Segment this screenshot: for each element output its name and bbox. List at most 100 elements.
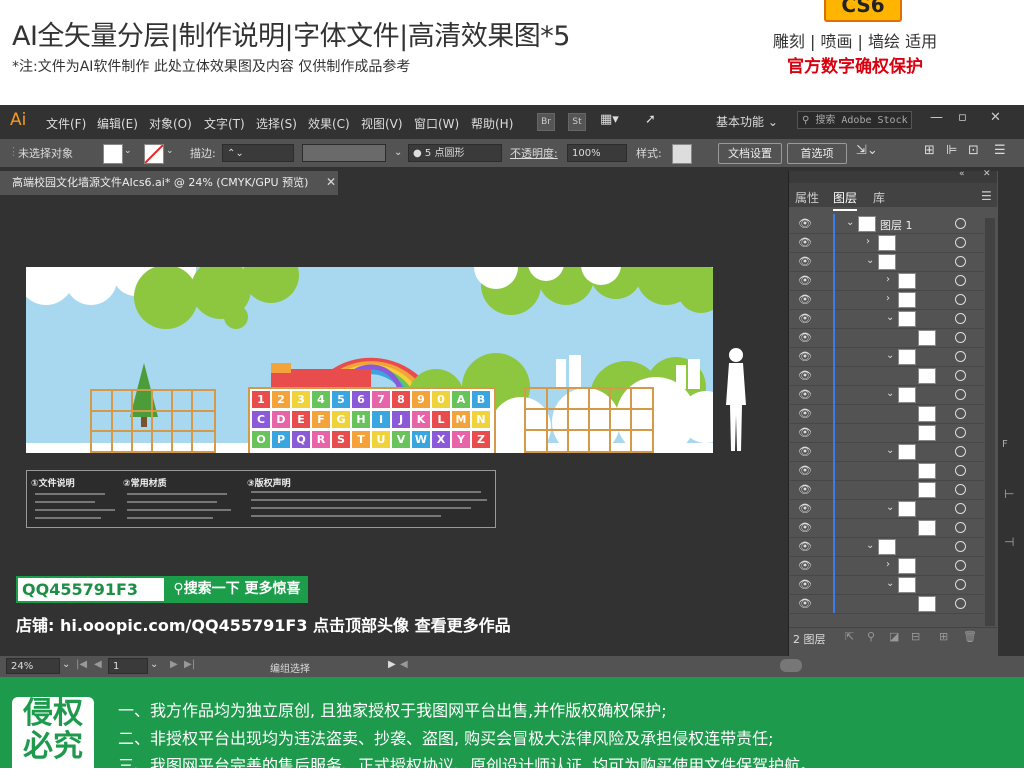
doc-setup-button[interactable]: 文档设置 <box>718 143 782 164</box>
layer-row[interactable]: 👁 ⌄ <box>790 499 984 519</box>
visibility-eye-icon[interactable]: 👁 <box>798 369 812 382</box>
transform-icon[interactable]: ⊞ <box>924 143 935 158</box>
collapse-arrow-icon[interactable]: ⌄ <box>866 255 874 266</box>
panel-menu-icon[interactable]: ☰ <box>981 189 992 203</box>
isolate-icon[interactable]: ⊡ <box>968 143 979 158</box>
dock-transform-icon[interactable]: ⊣ <box>1004 535 1014 549</box>
visibility-eye-icon[interactable]: 👁 <box>798 559 812 572</box>
tab-properties[interactable]: 属性 <box>795 189 819 206</box>
close-panel-icon[interactable]: ✕ <box>983 169 991 179</box>
stroke-swatch[interactable] <box>144 144 164 164</box>
delete-layer-icon[interactable]: 🗑 <box>963 630 977 643</box>
profile-dropdown-icon[interactable]: ⌄ <box>390 144 402 162</box>
visibility-eye-icon[interactable]: 👁 <box>798 274 812 287</box>
layer-row[interactable]: 👁 ⌄ <box>790 537 984 557</box>
layer-row[interactable]: 👁 › <box>790 271 984 291</box>
panel-title-bar[interactable]: « ✕ <box>789 169 997 183</box>
collapse-arrow-icon[interactable]: ⌄ <box>886 578 894 589</box>
target-circle-icon[interactable] <box>955 522 966 533</box>
opacity-field[interactable]: 100% <box>567 144 627 162</box>
page-dropdown-icon[interactable]: ⌄ <box>150 659 158 670</box>
brush-definition[interactable]: ● 5 点圆形 <box>408 144 502 162</box>
menu-select[interactable]: 选择(S) <box>256 115 297 132</box>
target-circle-icon[interactable] <box>955 294 966 305</box>
stroke-weight-field[interactable]: ⌃⌄ <box>222 144 294 162</box>
target-circle-icon[interactable] <box>955 332 966 343</box>
next-page-icon[interactable]: ▶ <box>170 659 178 670</box>
workspace-switcher[interactable]: 基本功能 ⌄ <box>716 113 778 130</box>
target-circle-icon[interactable] <box>955 218 966 229</box>
visibility-eye-icon[interactable]: 👁 <box>798 540 812 553</box>
target-circle-icon[interactable] <box>955 484 966 495</box>
fill-dropdown-icon[interactable]: ⌄ <box>124 146 132 156</box>
horizontal-scroll-thumb[interactable] <box>780 659 802 672</box>
visibility-eye-icon[interactable]: 👁 <box>798 483 812 496</box>
layer-row[interactable]: 👁 <box>790 366 984 386</box>
select-similar-icon[interactable]: ⇲⌄ <box>856 143 878 158</box>
layer-row[interactable]: 👁 ⌄ <box>790 309 984 329</box>
gpu-rocket-icon[interactable]: ➚ <box>645 112 656 127</box>
target-circle-icon[interactable] <box>955 275 966 286</box>
layer-row[interactable]: 👁 › <box>790 290 984 310</box>
tab-layers[interactable]: 图层 <box>833 189 858 211</box>
style-swatch[interactable] <box>672 144 692 164</box>
target-circle-icon[interactable] <box>955 503 966 514</box>
stock-button[interactable]: St <box>568 113 586 131</box>
close-tab-icon[interactable]: ✕ <box>326 175 336 189</box>
collapse-arrow-icon[interactable]: ⌄ <box>846 217 854 228</box>
new-sublayer-icon[interactable]: ⊟ <box>911 630 920 643</box>
first-page-icon[interactable]: |◀ <box>76 659 87 670</box>
target-circle-icon[interactable] <box>955 313 966 324</box>
dock-align-icon[interactable]: ⊢ <box>1004 487 1014 501</box>
artboard[interactable]: 1234567890AB CDEFGHIJKLMN OPQRSTUVWXYZ <box>26 267 713 453</box>
layer-row[interactable]: 👁 ⌄ <box>790 252 984 272</box>
expand-arrow-icon[interactable]: › <box>886 293 890 304</box>
layer-row[interactable]: 👁 ⌄ <box>790 385 984 405</box>
layer-row[interactable]: 👁 › <box>790 233 984 253</box>
visibility-eye-icon[interactable]: 👁 <box>798 312 812 325</box>
target-circle-icon[interactable] <box>955 427 966 438</box>
menu-object[interactable]: 对象(O) <box>149 115 192 132</box>
visibility-eye-icon[interactable]: 👁 <box>798 407 812 420</box>
layer-row[interactable]: 👁 <box>790 594 984 614</box>
layer-row[interactable]: 👁 ⌄ 图层 1 <box>790 214 984 234</box>
target-circle-icon[interactable] <box>955 465 966 476</box>
collapse-panel-icon[interactable]: « <box>959 169 965 179</box>
layer-row[interactable]: 👁 <box>790 404 984 424</box>
expand-arrow-icon[interactable]: › <box>886 559 890 570</box>
target-circle-icon[interactable] <box>955 560 966 571</box>
layer-row[interactable]: 👁 <box>790 461 984 481</box>
target-circle-icon[interactable] <box>955 256 966 267</box>
visibility-eye-icon[interactable]: 👁 <box>798 293 812 306</box>
layer-name[interactable]: 图层 1 <box>880 217 913 233</box>
menu-help[interactable]: 帮助(H) <box>471 115 513 132</box>
fill-swatch[interactable] <box>103 144 123 164</box>
layer-row[interactable]: 👁 <box>790 328 984 348</box>
target-circle-icon[interactable] <box>955 370 966 381</box>
visibility-eye-icon[interactable]: 👁 <box>798 426 812 439</box>
layers-scrollbar[interactable] <box>985 218 995 626</box>
visibility-eye-icon[interactable]: 👁 <box>798 464 812 477</box>
variable-width-profile[interactable] <box>302 144 386 162</box>
target-circle-icon[interactable] <box>955 598 966 609</box>
collapse-arrow-icon[interactable]: ⌄ <box>866 540 874 551</box>
visibility-eye-icon[interactable]: 👁 <box>798 597 812 610</box>
expand-arrow-icon[interactable]: › <box>866 236 870 247</box>
target-circle-icon[interactable] <box>955 579 966 590</box>
qq-search-button[interactable]: ⚲搜索一下 更多惊喜 <box>166 576 308 603</box>
opacity-label[interactable]: 不透明度: <box>510 145 558 161</box>
layer-row[interactable]: 👁 ⌄ <box>790 442 984 462</box>
target-circle-icon[interactable] <box>955 408 966 419</box>
layer-row[interactable]: 👁 <box>790 423 984 443</box>
target-circle-icon[interactable] <box>955 351 966 362</box>
stroke-label[interactable]: 描边: <box>190 145 216 161</box>
collapse-arrow-icon[interactable]: ⌄ <box>886 388 894 399</box>
preferences-button[interactable]: 首选项 <box>787 143 847 164</box>
layer-row[interactable]: 👁 <box>790 480 984 500</box>
new-layer-icon[interactable]: ⊞ <box>939 630 948 643</box>
visibility-eye-icon[interactable]: 👁 <box>798 236 812 249</box>
close-window-icon[interactable]: ✕ <box>990 110 1001 125</box>
menu-window[interactable]: 窗口(W) <box>414 115 459 132</box>
zoom-field[interactable]: 24% <box>6 658 60 674</box>
collapse-arrow-icon[interactable]: ⌄ <box>886 312 894 323</box>
